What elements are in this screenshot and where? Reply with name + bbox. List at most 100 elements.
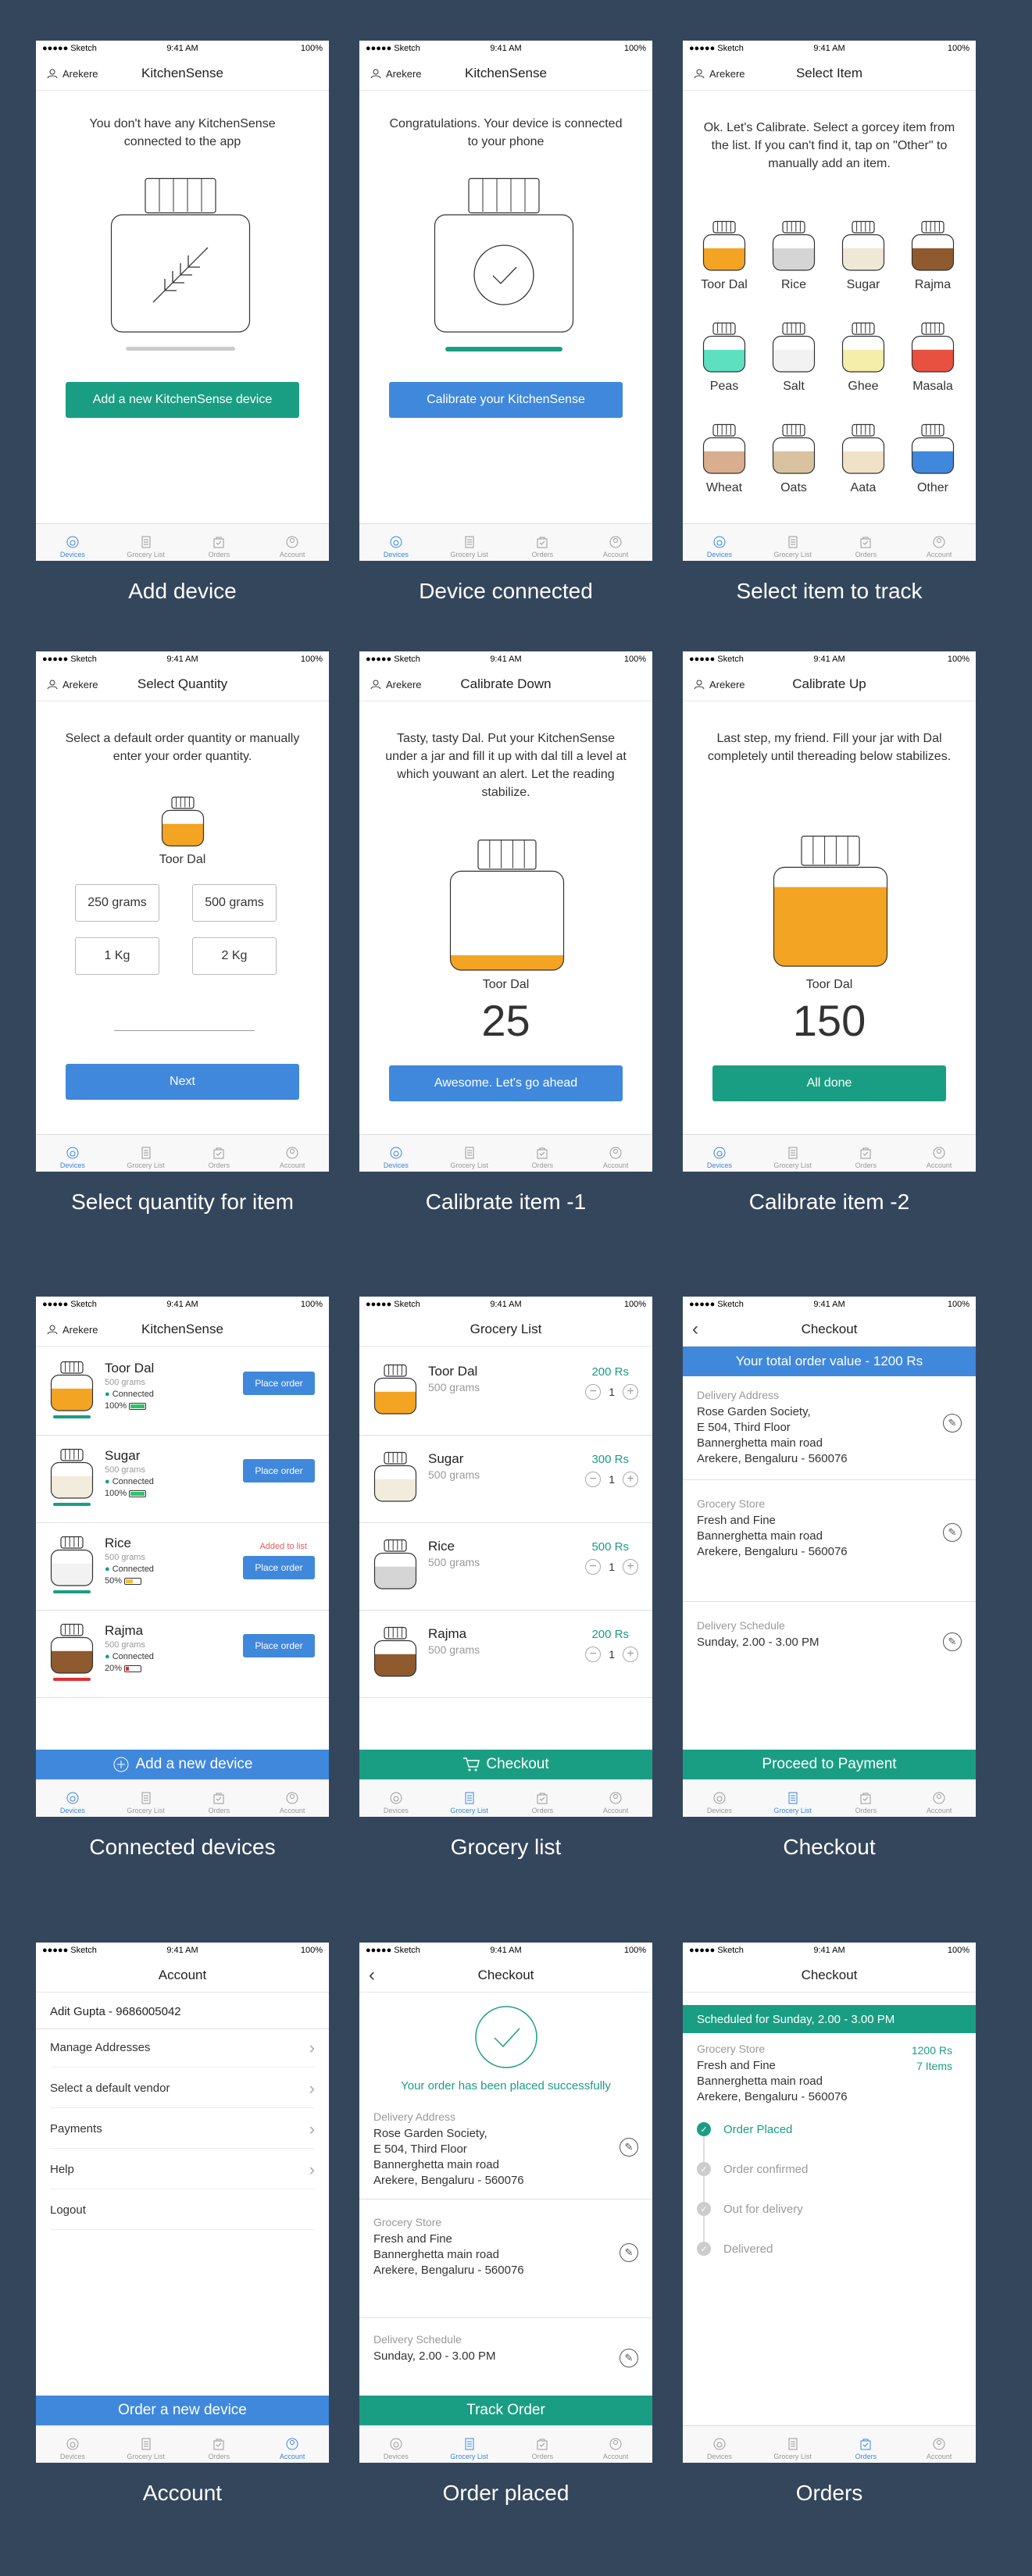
user-chip[interactable]: Arekere xyxy=(694,56,745,91)
tab-devices[interactable]: Devices xyxy=(359,1135,433,1172)
item-ghee[interactable]: Ghee xyxy=(836,322,891,394)
quantity-option[interactable]: 500 grams xyxy=(192,884,277,922)
user-chip[interactable]: Arekere xyxy=(47,667,98,701)
item-toor-dal[interactable]: Toor Dal xyxy=(697,220,752,292)
tab-account[interactable]: Account xyxy=(902,524,976,561)
edit-store-icon[interactable]: ✎ xyxy=(943,1523,962,1542)
user-chip[interactable]: Arekere xyxy=(370,667,422,701)
plus-icon[interactable]: + xyxy=(623,1472,638,1487)
item-wheat[interactable]: Wheat xyxy=(697,423,752,495)
back-icon[interactable]: ‹ xyxy=(369,1958,375,1993)
tab-account[interactable]: Account xyxy=(579,2426,652,2463)
tab-account[interactable]: Account xyxy=(579,524,652,561)
tab-grocery-list[interactable]: Grocery List xyxy=(433,1135,506,1172)
track-order-bar[interactable]: Track Order xyxy=(359,2396,652,2425)
item-rajma[interactable]: Rajma xyxy=(905,220,960,292)
minus-icon[interactable]: − xyxy=(585,1472,602,1487)
back-icon[interactable]: ‹ xyxy=(692,1312,698,1347)
minus-icon[interactable]: − xyxy=(585,1559,602,1575)
account-row-logout[interactable]: Logout xyxy=(50,2191,315,2230)
go-ahead-button[interactable]: Awesome. Let's go ahead xyxy=(389,1065,623,1101)
tab-grocery-list[interactable]: Grocery List xyxy=(109,524,183,561)
tab-devices[interactable]: Devices xyxy=(36,1780,109,1817)
next-button[interactable]: Next xyxy=(66,1064,299,1100)
item-masala[interactable]: Masala xyxy=(905,322,960,394)
item-peas[interactable]: Peas xyxy=(697,322,752,394)
tab-orders[interactable]: Orders xyxy=(183,1780,256,1817)
tab-orders[interactable]: Orders xyxy=(506,1135,580,1172)
tab-account[interactable]: Account xyxy=(902,1135,976,1172)
plus-icon[interactable]: + xyxy=(623,1647,638,1662)
item-sugar[interactable]: Sugar xyxy=(836,220,891,292)
tab-devices[interactable]: Devices xyxy=(359,524,433,561)
tab-account[interactable]: Account xyxy=(255,1780,329,1817)
quantity-stepper[interactable]: −1 + xyxy=(585,1559,638,1575)
tab-orders[interactable]: Orders xyxy=(830,1780,903,1817)
tab-account[interactable]: Account xyxy=(579,1780,652,1817)
all-done-button[interactable]: All done xyxy=(712,1065,946,1101)
tab-orders[interactable]: Orders xyxy=(506,2426,580,2463)
user-chip[interactable]: Arekere xyxy=(47,56,98,91)
tab-grocery-list[interactable]: Grocery List xyxy=(433,524,506,561)
edit-address-icon[interactable]: ✎ xyxy=(943,1414,962,1432)
account-row-payments[interactable]: Payments › xyxy=(50,2110,315,2149)
tab-account[interactable]: Account xyxy=(902,2426,976,2463)
tab-orders[interactable]: Orders xyxy=(830,2426,903,2463)
quantity-option[interactable]: 250 grams xyxy=(75,884,159,922)
quantity-stepper[interactable]: −1 + xyxy=(585,1384,638,1400)
tab-grocery-list[interactable]: Grocery List xyxy=(756,1780,830,1817)
calibrate-button[interactable]: Calibrate your KitchenSense xyxy=(389,382,623,418)
custom-quantity-input[interactable] xyxy=(114,1030,255,1031)
tab-grocery-list[interactable]: Grocery List xyxy=(756,1135,830,1172)
tab-grocery-list[interactable]: Grocery List xyxy=(109,1780,183,1817)
tab-devices[interactable]: Devices xyxy=(683,524,756,561)
tab-orders[interactable]: Orders xyxy=(830,1135,903,1172)
tab-grocery-list[interactable]: Grocery List xyxy=(756,2426,830,2463)
add-device-button[interactable]: Add a new KitchenSense device xyxy=(66,382,299,418)
place-order-button[interactable]: Place order xyxy=(243,1459,315,1482)
tab-account[interactable]: Account xyxy=(255,2426,329,2463)
user-chip[interactable]: Arekere xyxy=(47,1312,98,1347)
tab-devices[interactable]: Devices xyxy=(359,1780,433,1817)
edit-schedule-icon[interactable]: ✎ xyxy=(943,1632,962,1651)
tab-devices[interactable]: Devices xyxy=(36,1135,109,1172)
tab-devices[interactable]: Devices xyxy=(36,2426,109,2463)
item-salt[interactable]: Salt xyxy=(766,322,821,394)
quantity-stepper[interactable]: −1 + xyxy=(585,1647,638,1662)
plus-icon[interactable]: + xyxy=(623,1384,638,1400)
place-order-button[interactable]: Place order xyxy=(243,1556,315,1579)
user-chip[interactable]: Arekere xyxy=(694,667,745,701)
account-row-manage-addresses[interactable]: Manage Addresses › xyxy=(50,2028,315,2068)
tab-orders[interactable]: Orders xyxy=(183,524,256,561)
edit-address-icon[interactable]: ✎ xyxy=(620,2138,638,2157)
tab-grocery-list[interactable]: Grocery List xyxy=(109,2426,183,2463)
tab-devices[interactable]: Devices xyxy=(683,1135,756,1172)
add-device-bar[interactable]: Add a new device xyxy=(36,1750,329,1779)
user-chip[interactable]: Arekere xyxy=(370,56,422,91)
edit-schedule-icon[interactable]: ✎ xyxy=(620,2349,638,2367)
item-other[interactable]: Other xyxy=(905,423,960,495)
quantity-option[interactable]: 1 Kg xyxy=(75,937,159,975)
tab-orders[interactable]: Orders xyxy=(183,2426,256,2463)
tab-devices[interactable]: Devices xyxy=(36,524,109,561)
tab-orders[interactable]: Orders xyxy=(506,524,580,561)
tab-account[interactable]: Account xyxy=(579,1135,652,1172)
order-device-bar[interactable]: Order a new device xyxy=(36,2396,329,2425)
account-row-select-a-default-vendor[interactable]: Select a default vendor › xyxy=(50,2069,315,2108)
tab-grocery-list[interactable]: Grocery List xyxy=(756,524,830,561)
item-rice[interactable]: Rice xyxy=(766,220,821,292)
tab-account[interactable]: Account xyxy=(255,1135,329,1172)
quantity-option[interactable]: 2 Kg xyxy=(192,937,277,975)
place-order-button[interactable]: Place order xyxy=(243,1372,315,1395)
tab-grocery-list[interactable]: Grocery List xyxy=(109,1135,183,1172)
tab-devices[interactable]: Devices xyxy=(683,1780,756,1817)
tab-orders[interactable]: Orders xyxy=(506,1780,580,1817)
tab-devices[interactable]: Devices xyxy=(359,2426,433,2463)
plus-icon[interactable]: + xyxy=(623,1559,638,1575)
tab-orders[interactable]: Orders xyxy=(183,1135,256,1172)
proceed-payment-bar[interactable]: Proceed to Payment xyxy=(683,1750,976,1779)
tab-grocery-list[interactable]: Grocery List xyxy=(433,1780,506,1817)
tab-grocery-list[interactable]: Grocery List xyxy=(433,2426,506,2463)
minus-icon[interactable]: − xyxy=(585,1384,602,1400)
edit-store-icon[interactable]: ✎ xyxy=(620,2243,638,2262)
